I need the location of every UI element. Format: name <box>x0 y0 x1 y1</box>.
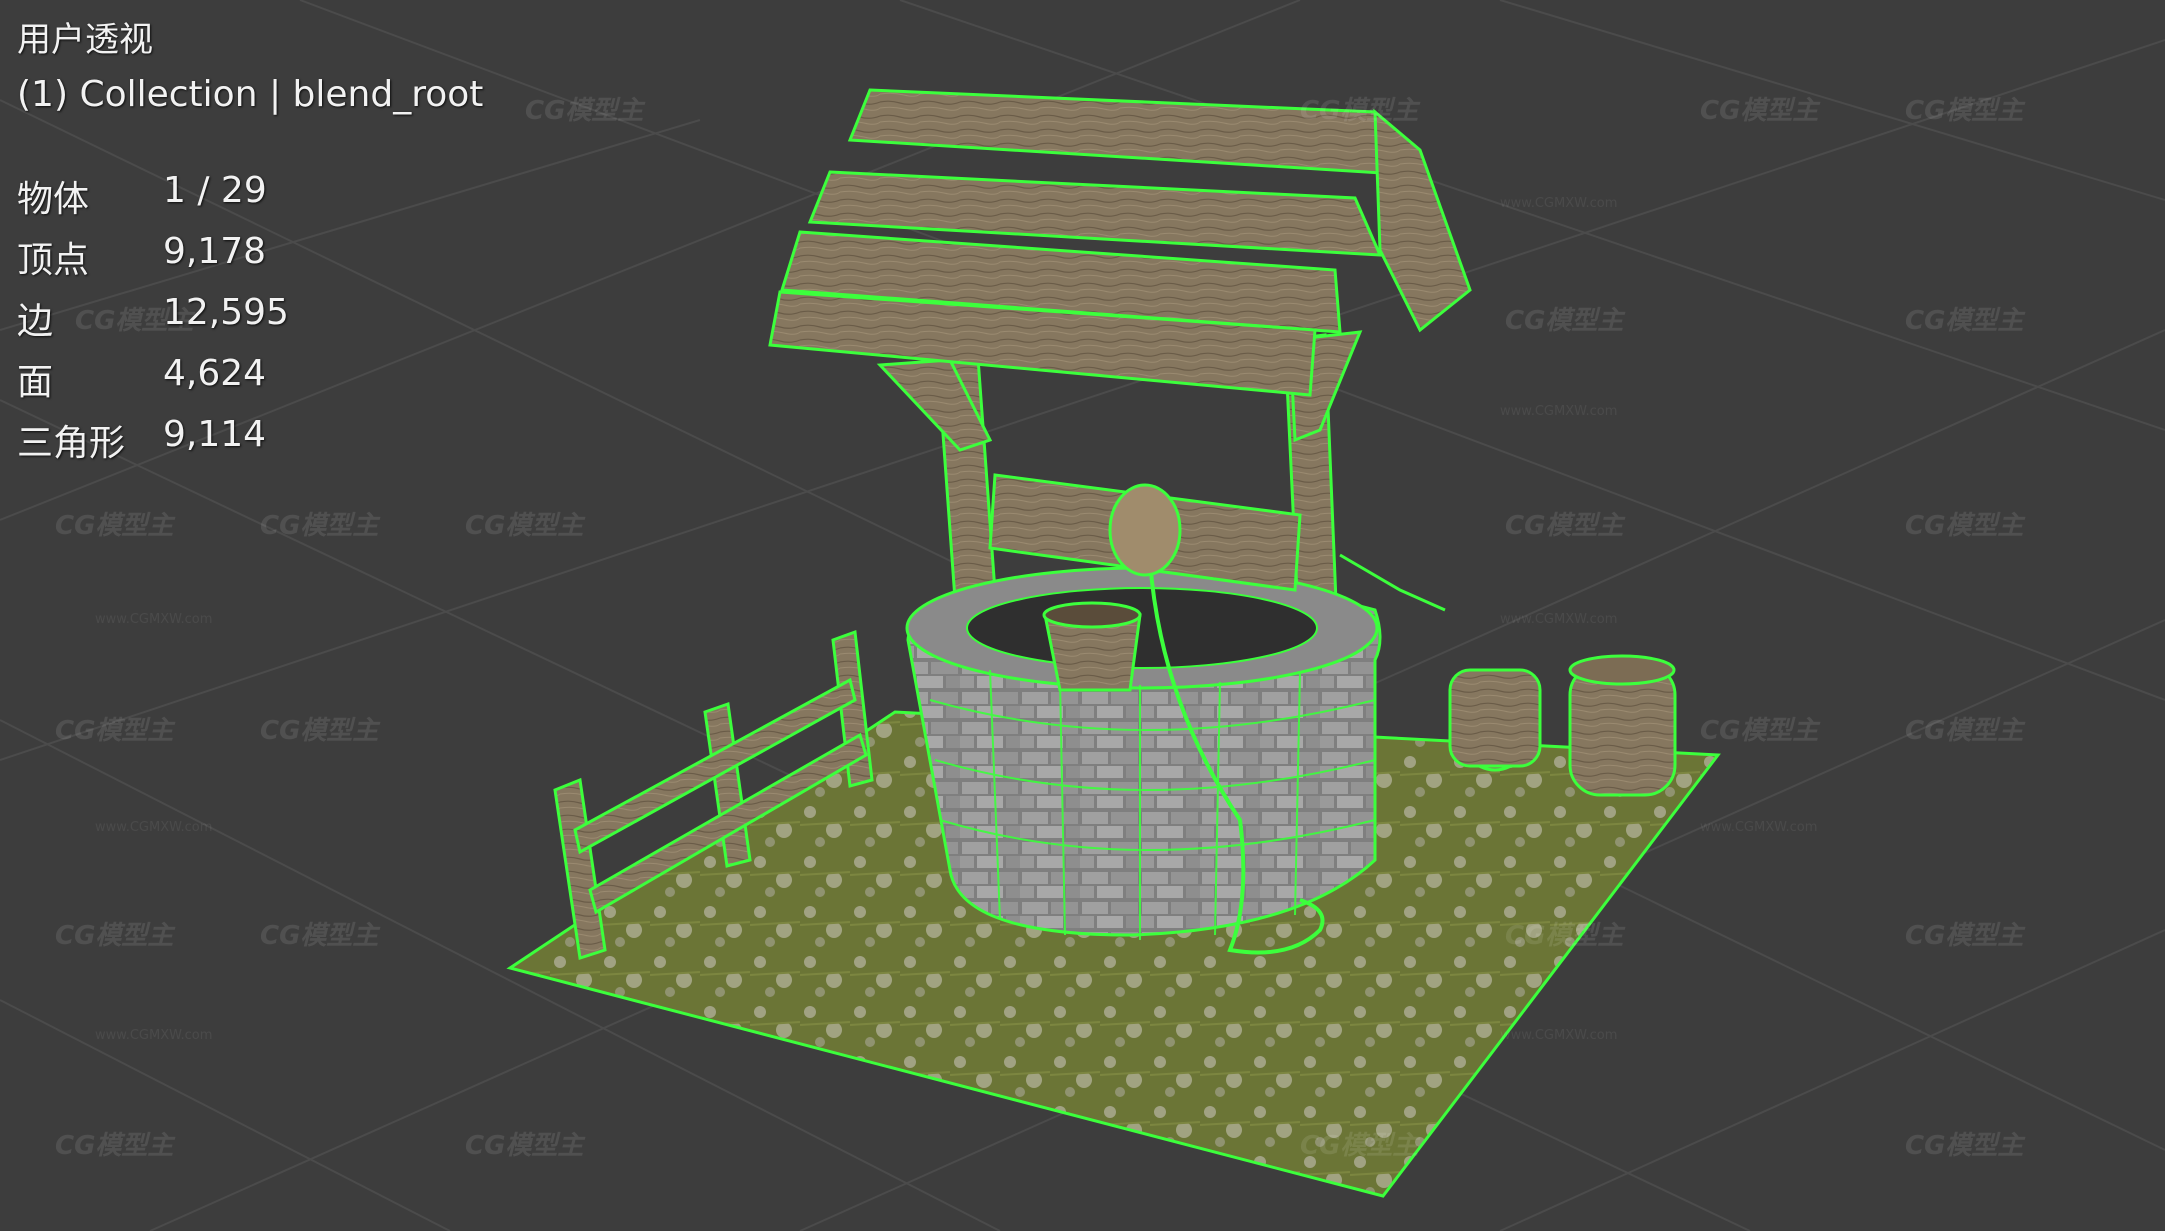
stat-label: 物体 <box>17 179 90 220</box>
stat-row-objects: 物体 1 / 29 <box>17 170 289 231</box>
stat-label: 面 <box>17 362 54 403</box>
scene-render[interactable] <box>0 0 2165 1231</box>
stat-value: 9,114 <box>163 414 267 455</box>
stat-label: 三角形 <box>17 423 126 464</box>
stat-value: 12,595 <box>163 292 289 333</box>
well-body <box>905 566 1382 940</box>
bucket <box>1042 601 1142 692</box>
stat-row-vertices: 顶点 9,178 <box>17 231 289 292</box>
roof <box>768 88 1472 397</box>
stat-value: 4,624 <box>163 353 267 394</box>
stat-value: 1 / 29 <box>163 170 267 211</box>
scene-statistics: 物体 1 / 29 顶点 9,178 边 12,595 面 4,624 三角形 … <box>17 170 289 475</box>
3d-viewport[interactable]: CG模型主 CG模型主 CG模型主 CG模型主 CG模型主 CG模型主 CG模型… <box>0 0 2165 1231</box>
stat-row-triangles: 三角形 9,114 <box>17 414 289 475</box>
stat-label: 边 <box>17 301 54 342</box>
stat-value: 9,178 <box>163 231 267 272</box>
stat-row-faces: 面 4,624 <box>17 353 289 414</box>
stat-label: 顶点 <box>17 240 90 281</box>
view-name: 用户透视 <box>17 20 153 60</box>
stat-row-edges: 边 12,595 <box>17 292 289 353</box>
collection-name: (1) Collection | blend_root <box>17 74 484 115</box>
